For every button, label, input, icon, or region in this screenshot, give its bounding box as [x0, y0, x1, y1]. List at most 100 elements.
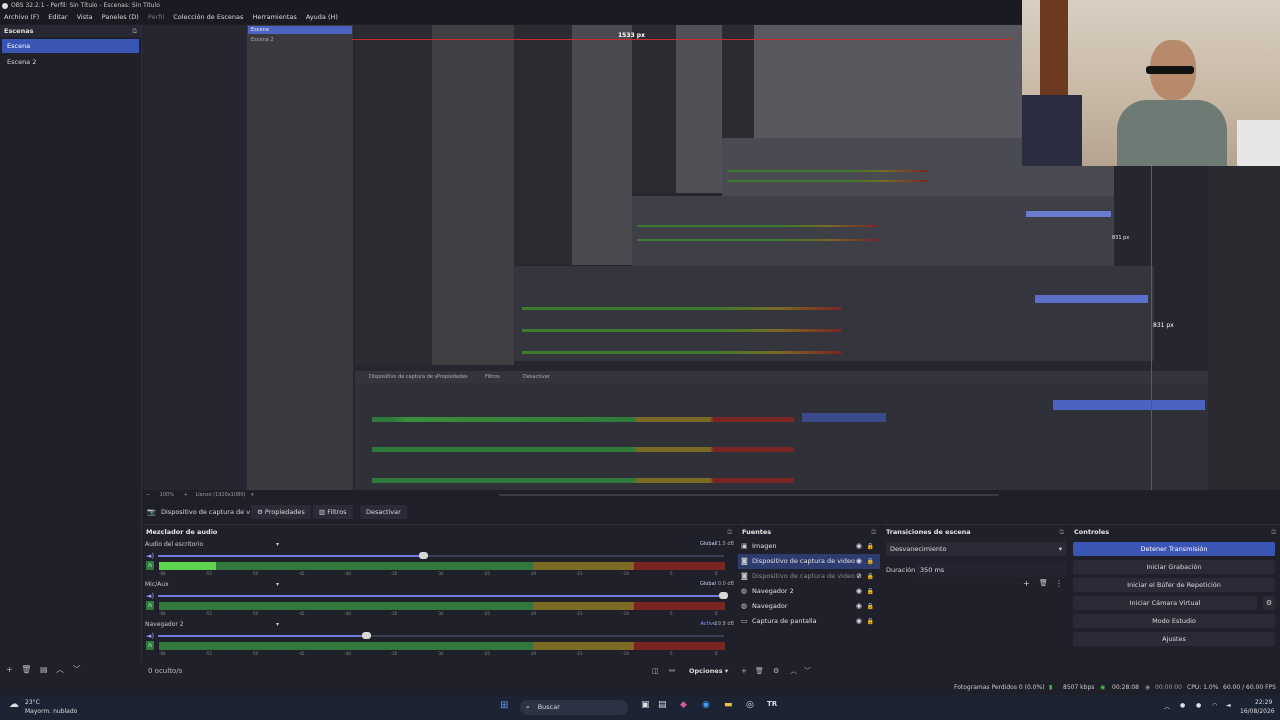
- chevron-down-icon[interactable]: ▾: [251, 492, 254, 498]
- edge-icon[interactable]: ◉: [702, 700, 710, 710]
- headphones-icon[interactable]: ∩: [146, 561, 154, 570]
- dock-float-icon[interactable]: ⧉: [871, 525, 876, 539]
- channel-tag[interactable]: Global: [700, 581, 716, 587]
- properties-button[interactable]: ⚙ Propiedades: [251, 505, 311, 519]
- lock-icon[interactable]: 🔒: [867, 569, 874, 584]
- remove-source-icon[interactable]: 🗑: [755, 664, 764, 678]
- volume-knob[interactable]: [419, 552, 429, 559]
- volume-knob[interactable]: [362, 632, 372, 639]
- stop-streaming-button[interactable]: Detener Transmisión: [1073, 542, 1275, 556]
- canvas-size[interactable]: Lienzo (1920x1080): [195, 492, 245, 498]
- add-source-icon[interactable]: +: [741, 664, 747, 678]
- tray-chevron-icon[interactable]: ︿: [1164, 702, 1170, 711]
- lock-icon[interactable]: 🔒: [867, 539, 874, 554]
- preview-scrollbar[interactable]: [499, 494, 999, 496]
- scene-item[interactable]: Escena: [2, 39, 139, 53]
- settings-button[interactable]: Ajustes: [1073, 632, 1275, 646]
- move-down-icon[interactable]: ﹀: [73, 665, 81, 674]
- headphones-icon[interactable]: ∩: [146, 601, 154, 610]
- speaker-icon[interactable]: ◄): [146, 592, 154, 600]
- menu-coleccion-escenas[interactable]: Colección de Escenas: [173, 13, 243, 21]
- filters-button[interactable]: ▥ Filtros: [313, 505, 353, 519]
- start-replay-buffer-button[interactable]: Iniciar el Búfer de Repetición: [1073, 578, 1275, 592]
- mixer-link-icon[interactable]: ⚯: [669, 664, 675, 678]
- store-icon[interactable]: ▤: [658, 700, 667, 710]
- deactivate-button[interactable]: Desactivar: [360, 505, 407, 519]
- scene-item[interactable]: Escena 2: [2, 55, 139, 69]
- lock-icon[interactable]: 🔒: [867, 599, 874, 614]
- move-up-icon[interactable]: ︿: [790, 664, 797, 678]
- headphones-icon[interactable]: ∩: [146, 641, 154, 650]
- dock-float-icon[interactable]: ⧉: [1059, 525, 1064, 539]
- clock-date[interactable]: 16/08/2026: [1240, 708, 1275, 715]
- volume-slider[interactable]: [158, 552, 724, 559]
- eye-icon[interactable]: ◉: [856, 584, 862, 599]
- chevron-down-icon[interactable]: ▾: [276, 541, 279, 548]
- menu-editar[interactable]: Editar: [48, 13, 67, 21]
- windows-start-icon[interactable]: ⊞: [500, 700, 508, 711]
- mixer-layout-icon[interactable]: ◫: [652, 664, 659, 678]
- eye-off-icon[interactable]: ⊘: [856, 569, 862, 584]
- menu-ayuda[interactable]: Ayuda (H): [306, 13, 338, 21]
- menu-vista[interactable]: Vista: [77, 13, 93, 21]
- dock-float-icon[interactable]: ⧉: [1271, 525, 1276, 539]
- folder-icon[interactable]: ▬: [724, 700, 733, 710]
- source-item[interactable]: ◍ Navegador 2 ◉ 🔒: [738, 584, 880, 599]
- more-options-icon[interactable]: ⋮: [1055, 579, 1063, 588]
- speaker-icon[interactable]: ◄): [146, 552, 154, 560]
- zoom-in-icon[interactable]: +: [184, 492, 188, 498]
- volume-slider[interactable]: [158, 592, 728, 599]
- dock-float-icon[interactable]: ⧉: [132, 25, 137, 37]
- menu-perfil[interactable]: Perfil: [148, 13, 164, 21]
- lock-icon[interactable]: 🔒: [867, 584, 874, 599]
- remove-scene-icon[interactable]: 🗑: [21, 665, 31, 674]
- source-item[interactable]: ◙ Dispositivo de captura de video 2 ⊘ 🔒: [738, 569, 880, 584]
- eye-icon[interactable]: ◉: [856, 599, 862, 614]
- app-tr-icon[interactable]: TR: [767, 700, 777, 708]
- add-scene-icon[interactable]: +: [6, 665, 13, 674]
- add-transition-icon[interactable]: +: [1023, 579, 1030, 588]
- zoom-out-icon[interactable]: −: [146, 492, 150, 498]
- zoom-level[interactable]: 100%: [160, 492, 174, 498]
- menu-herramientas[interactable]: Herramientas: [252, 13, 296, 21]
- taskbar-search[interactable]: ⌕ Buscar: [520, 700, 628, 715]
- speaker-icon[interactable]: ◄): [146, 632, 154, 640]
- clock-time[interactable]: 22:29: [1255, 699, 1272, 706]
- wifi-icon[interactable]: ◠: [1212, 702, 1217, 709]
- studio-mode-button[interactable]: Modo Estudio: [1073, 614, 1275, 628]
- remove-transition-icon[interactable]: 🗑: [1039, 579, 1048, 587]
- speaker-icon[interactable]: ◄: [1226, 702, 1231, 709]
- scene-filters-icon[interactable]: ▤: [40, 665, 48, 674]
- source-item[interactable]: ◍ Navegador ◉ 🔒: [738, 599, 880, 614]
- virtual-camera-settings-icon[interactable]: ⚙: [1263, 596, 1275, 610]
- lock-icon[interactable]: 🔒: [867, 614, 874, 629]
- eye-icon[interactable]: ◉: [856, 614, 862, 629]
- tray-icon[interactable]: ●: [1180, 702, 1185, 709]
- source-item[interactable]: ▭ Captura de pantalla ◉ 🔒: [738, 614, 880, 629]
- menu-archivo[interactable]: Archivo (F): [4, 13, 39, 21]
- weather-icon[interactable]: ☁: [9, 699, 19, 710]
- tray-icon[interactable]: ●: [1196, 702, 1201, 709]
- start-virtual-camera-button[interactable]: Iniciar Cámara Virtual: [1073, 596, 1257, 610]
- chevron-down-icon[interactable]: ▾: [276, 621, 279, 628]
- lock-icon[interactable]: 🔒: [867, 554, 874, 569]
- source-item[interactable]: ◙ Dispositivo de captura de video ◉ 🔒: [738, 554, 880, 569]
- source-item[interactable]: ▣ Imagen ◉ 🔒: [738, 539, 880, 554]
- source-settings-icon[interactable]: ⚙: [773, 664, 779, 678]
- move-down-icon[interactable]: ﹀: [804, 664, 811, 678]
- eye-icon[interactable]: ◉: [856, 554, 862, 569]
- transition-select[interactable]: Desvanecimiento ▾: [886, 542, 1066, 556]
- start-recording-button[interactable]: Iniciar Grabación: [1073, 560, 1275, 574]
- duration-input[interactable]: 350 ms: [916, 563, 1066, 577]
- chevron-down-icon[interactable]: ▾: [276, 581, 279, 588]
- dock-float-icon[interactable]: ⧉: [727, 525, 732, 539]
- volume-knob[interactable]: [719, 592, 728, 599]
- volume-slider[interactable]: [158, 632, 724, 639]
- app-icon[interactable]: ◆: [680, 700, 687, 710]
- task-view-icon[interactable]: ▣: [641, 700, 650, 710]
- obs-icon[interactable]: ◎: [746, 700, 754, 710]
- eye-icon[interactable]: ◉: [856, 539, 862, 554]
- menu-paneles[interactable]: Paneles (D): [102, 13, 139, 21]
- move-up-icon[interactable]: ︿: [56, 665, 64, 674]
- mixer-options-button[interactable]: Opciones ▾: [689, 664, 728, 678]
